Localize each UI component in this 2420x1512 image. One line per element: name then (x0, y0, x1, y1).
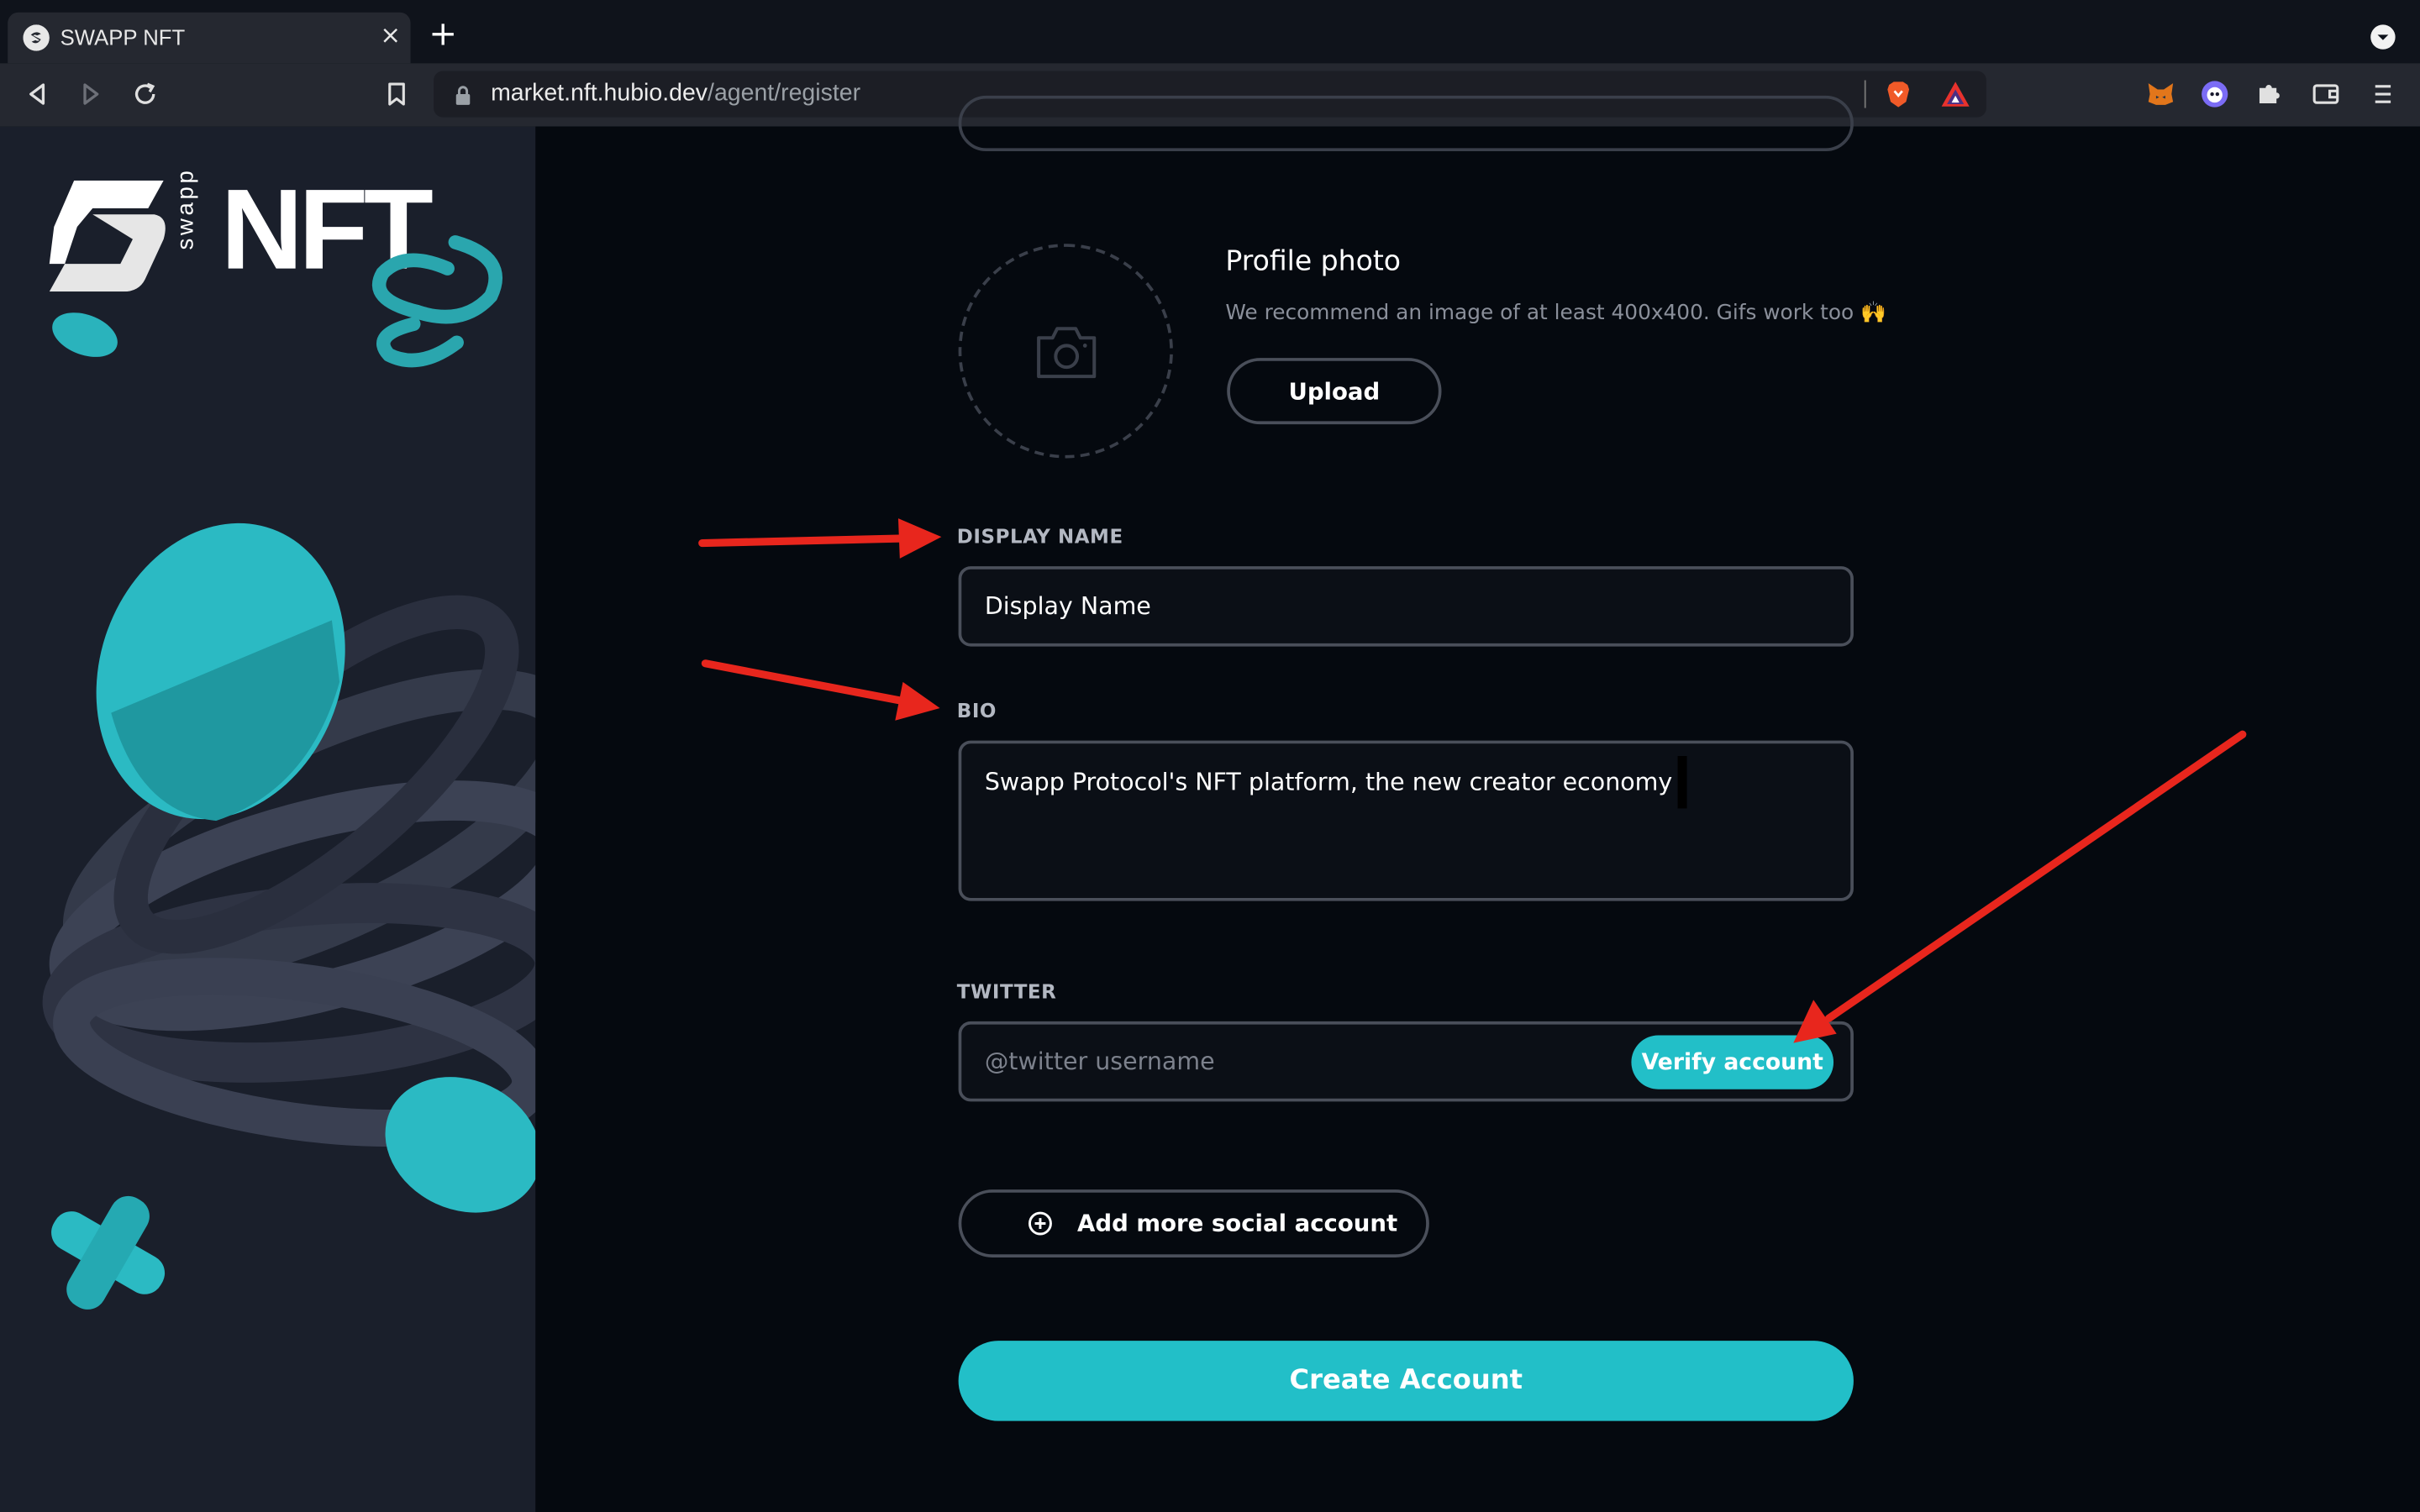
url-host: market.nft.hubio.dev (491, 80, 708, 107)
metamask-fox-icon[interactable] (2145, 79, 2176, 110)
register-form: Profile photo We recommend an image of a… (535, 95, 2420, 1512)
browser-tab[interactable]: SWAPP NFT × (8, 12, 411, 64)
display-name-value: Display Name (984, 592, 1151, 621)
profile-photo-placeholder[interactable] (958, 244, 1173, 459)
tab-title: SWAPP NFT (60, 24, 186, 50)
url-text: market.nft.hubio.dev/agent/register (491, 81, 860, 108)
extensions-puzzle-icon[interactable] (2254, 79, 2285, 110)
brave-rewards-icon[interactable] (1940, 81, 1971, 108)
previous-section-box (958, 95, 1854, 152)
lock-icon (454, 83, 472, 105)
bookmark-icon[interactable] (381, 79, 413, 110)
decorative-3d-shapes (42, 235, 536, 1310)
omnibox-separator (1864, 80, 1866, 108)
browser-tab-bar: SWAPP NFT × + (0, 0, 2420, 64)
back-icon[interactable] (22, 79, 53, 110)
brand-sidebar: swapp NFT (0, 126, 536, 1512)
bio-value: Swapp Protocol's NFT platform, the new c… (984, 768, 1673, 796)
bio-text-wrap: Swapp Protocol's NFT platform, the new c… (984, 756, 1686, 809)
close-tab-icon[interactable]: × (378, 20, 402, 51)
twitter-placeholder: @twitter username (984, 1047, 1215, 1076)
brave-shield-icon[interactable] (1883, 79, 1914, 110)
text-cursor (1676, 756, 1686, 809)
add-circle-icon (1028, 1211, 1052, 1236)
profile-photo-description: We recommend an image of at least 400x40… (1225, 301, 1886, 326)
new-tab-button[interactable]: + (428, 18, 459, 51)
display-name-input[interactable]: Display Name (958, 566, 1854, 647)
add-social-account-button[interactable]: Add more social account (958, 1189, 1429, 1257)
url-path: /agent/register (708, 80, 861, 107)
tab-search-icon[interactable] (2370, 24, 2396, 50)
bio-label: BIO (956, 699, 997, 722)
twitter-input[interactable]: @twitter username Verify account (958, 1021, 1854, 1102)
menu-icon[interactable] (2368, 79, 2399, 110)
wallet-extension-icon[interactable] (2199, 79, 2230, 110)
swapp-favicon-icon (23, 24, 50, 51)
verify-account-button[interactable]: Verify account (1631, 1035, 1834, 1089)
upload-button[interactable]: Upload (1227, 358, 1442, 425)
add-social-account-label: Add more social account (1077, 1210, 1398, 1238)
create-account-button[interactable]: Create Account (958, 1341, 1854, 1421)
twitter-label: TWITTER (956, 979, 1057, 1003)
reload-icon[interactable] (129, 79, 160, 110)
forward-icon[interactable] (76, 79, 107, 110)
display-name-label: DISPLAY NAME (956, 524, 1123, 549)
camera-icon (1034, 323, 1099, 381)
bio-textarea[interactable]: Swapp Protocol's NFT platform, the new c… (958, 740, 1854, 901)
wallet-icon[interactable] (2311, 79, 2342, 110)
profile-photo-title: Profile photo (1225, 245, 1402, 278)
